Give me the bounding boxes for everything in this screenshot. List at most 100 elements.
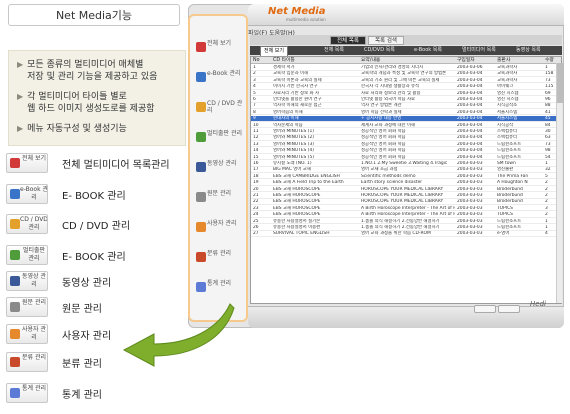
table-row[interactable]: 1 경제학 서가 기업의 인사/관리와 경영의 시너지 2003-03-06 교육과학사…: [251, 65, 561, 71]
table-row[interactable]: 24 EBS 교재 HOROSCOPE A Birth Horoscope Inte…: [251, 212, 561, 218]
sidebar-item[interactable]: 분류 관리: [196, 248, 246, 274]
table-cell: 교육의 기초 원리 및 그에 따른 교육의 실제: [361, 77, 440, 83]
scroll-thumb[interactable]: [557, 63, 563, 103]
table-row[interactable]: 12 영어와 MINUTES (2) 성공적인 영어 회화 학습 2003-03-04…: [251, 135, 561, 141]
table-row[interactable]: 6 인터넷을 활용한 원어 연구 인터넷 활용 외국어 학습 자료 2003-03-0…: [251, 97, 561, 103]
tab-all-list[interactable]: 전체 목록: [330, 36, 366, 45]
table-row[interactable]: 23 EBS 교재 HOROSCOPE A Birth Horoscope Inte…: [251, 205, 561, 212]
sidebar-item[interactable]: 원문 관리: [196, 188, 246, 214]
table-row[interactable]: 7 역사학 이해의 새로운 접근 역사 연구 방법론 개관 2003-03-04 지식공…: [251, 103, 561, 109]
module-button[interactable]: e-Book 관리: [6, 184, 48, 204]
sidebar-item-label: 원문 관리: [207, 190, 231, 197]
table-cell: 2003-03-03: [457, 180, 483, 186]
module-button[interactable]: CD / DVD 관리: [6, 214, 48, 234]
table-cell: 4: [253, 84, 256, 90]
table-cell: 5: [253, 90, 256, 96]
arrow-icon: ▶: [17, 92, 24, 101]
table-cell: HOROSCOPE YOUR MEDICAL LIBRARY: [361, 186, 444, 192]
subtab-all-list[interactable]: 전체 목록: [324, 46, 344, 55]
table-row[interactable]: 20 EBS 교재 HOROSCOPE HOROSCOPE YOUR MEDICAL…: [251, 186, 561, 193]
feature-item: ▶ 각 멀티미디어 타이틀 별로 웹 하드 이미지 생성도로를 제공함: [17, 92, 155, 114]
sidebar-item-label: e-Book 관리: [207, 70, 241, 77]
table-row[interactable]: 11 영어와 MINUTES (1) 성공적인 영어 회화 학습 2003-03-04…: [251, 129, 561, 135]
table-row[interactable]: 18 EBS 교재 CAMBRIDGE ENGLISH Scientific met…: [251, 174, 561, 180]
table-header: No CD 타이틀 요약/내용 구입일자 출판사 수량: [251, 57, 561, 64]
table-cell: 이미지 기반 한국사 연구: [273, 84, 318, 90]
table-row[interactable]: 27 SURVIVAL TOPIC ENGLISH 영어 교육 과정을 위한 학습 …: [251, 231, 561, 237]
table-row[interactable]: 17 BIG MAC 영어 교재 영어 교재 초급 과정 2003-03-03 영진출판…: [251, 167, 561, 173]
sidebar-icon: [196, 72, 206, 82]
table-cell: A Birth Horoscope Interpreter - The Art …: [361, 205, 455, 211]
table-row[interactable]: 16 뮤지컬 노래 (NO. 1) 1.NO.1 2.My Sweetie 3.Wa…: [251, 161, 561, 167]
table-cell: 2003-03-04: [457, 129, 483, 134]
table-row[interactable]: 4 이미지 기반 한국사 연구 한국사 각 시대별 생활상과 유적 2003-03-0…: [251, 84, 561, 90]
module-button[interactable]: 전체 보기: [6, 153, 48, 173]
module-button-label: e-Book 관리: [20, 186, 48, 201]
table-cell: 영어와 MINUTES (4): [273, 148, 314, 154]
table-row[interactable]: 2 교육학 입문과 이해 교육학의 개념과 특성 및 교육학 연구의 방법론 2003…: [251, 71, 561, 77]
table-cell: 드림펀소프트: [497, 218, 522, 224]
table-row[interactable]: 25 유용한 사용설명서 실기본 1.총몰 의식 해결하기 2.전통양반 해결하기 2…: [251, 218, 561, 225]
module-button[interactable]: 원문 관리: [6, 297, 48, 317]
table-cell: 2003-03-03: [457, 218, 483, 224]
column-header[interactable]: CD 타이틀: [273, 57, 295, 64]
table-cell: A Birth Horoscope Interpreter - The Art …: [361, 212, 455, 218]
table-cell: 기업의 인사/관리와 경영의 시너지: [361, 65, 424, 70]
sidebar-item[interactable]: 전체 보기: [196, 38, 246, 64]
table-row[interactable]: 15 영어와 MINUTES (5) 성공적인 영어 회화 학습 2003-03-04…: [251, 154, 561, 161]
next-button[interactable]: [498, 305, 520, 313]
table-cell: 10: [253, 122, 259, 128]
table-cell: 9: [253, 116, 256, 122]
subtab-video[interactable]: 동영상 목록: [516, 46, 541, 55]
table-cell: 지식공작소: [497, 103, 518, 109]
table-row[interactable]: 19 EBS 교재 A Field Trip to the Earth Earth …: [251, 180, 561, 186]
column-header[interactable]: 수량: [545, 57, 554, 64]
media-table: No CD 타이틀 요약/내용 구입일자 출판사 수량 1 경제학 서가 기업의 인…: [250, 56, 562, 304]
table-cell: 영어학습의 이해: [273, 109, 303, 115]
module-button[interactable]: 동영상 관리: [6, 271, 48, 291]
sidebar-item[interactable]: 동영상 관리: [196, 158, 246, 184]
table-row[interactable]: 14 영어와 MINUTES (4) 성공적인 영어 회화 학습 2003-03-04…: [251, 148, 561, 154]
tab-list-search[interactable]: 목록 검색: [368, 36, 404, 45]
sidebar-item[interactable]: e-Book 관리: [196, 68, 246, 94]
subtab-multimedia[interactable]: 멀티미디어 목록: [462, 46, 496, 55]
feature-item: ▶ 메뉴 자동구성 및 생성기능: [17, 124, 127, 134]
table-row[interactable]: 10 역사문제의 학습 세계사 교육 과정에 대한 이해 2003-03-04 지식공작…: [251, 122, 561, 129]
subtab-cd-dvd[interactable]: CD/DVD 목록: [364, 46, 395, 55]
table-cell: 2003-03-04: [457, 90, 483, 96]
table-scrollbar[interactable]: [556, 63, 563, 303]
column-header[interactable]: 출판사: [497, 57, 510, 64]
column-header[interactable]: 요약/내용: [361, 57, 380, 64]
table-row[interactable]: 3 교육학 이론과 교육의 실제 교육의 기초 원리 및 그에 따른 교육의 실제 2…: [251, 77, 561, 84]
table-cell: HOROSCOPE YOUR MEDICAL LIBRARY: [361, 193, 444, 198]
module-button[interactable]: 통계 관리: [6, 383, 48, 403]
module-button-label: CD / DVD 관리: [20, 216, 48, 231]
table-row[interactable]: 5 자료처리 기반 정보 화 사 자료 처리와 정보의 관리 및 활용 2003-03…: [251, 90, 561, 97]
sidebar-icon: [196, 162, 206, 172]
subtab-ebook[interactable]: e-Book 목록: [414, 46, 442, 55]
module-button[interactable]: 분류 관리: [6, 352, 48, 372]
table-row[interactable]: 21 EBS 교재 HOROSCOPE HOROSCOPE YOUR MEDICAL…: [251, 193, 561, 199]
module-icon: [10, 219, 20, 229]
column-header[interactable]: 구입일자: [457, 57, 475, 64]
column-header[interactable]: No: [253, 57, 260, 64]
table-cell: TOPICS: [497, 212, 513, 218]
table-row[interactable]: 9 현대사의 이해 + 공지사항 내용 반영 2003-03-04 서울시스템 45: [251, 116, 561, 122]
module-button[interactable]: 사용자 관리: [6, 324, 48, 344]
table-row[interactable]: 13 영어와 MINUTES (3) 성공적인 영어 회화 학습 2003-03-04…: [251, 142, 561, 148]
sidebar-item-label: 통계 관리: [207, 280, 231, 287]
table-row[interactable]: 26 유용한 사용설명서 이용편 1.총몰 의식 해결하기 2.전통양반 해결하기 2…: [251, 225, 561, 231]
table-cell: e-영어: [497, 231, 510, 237]
prev-button[interactable]: [474, 305, 496, 313]
module-button[interactable]: 멀티출판 관리: [6, 245, 48, 265]
sidebar-item[interactable]: 멀티출판 관리: [196, 128, 246, 154]
sidebar-item[interactable]: CD / DVD 관리: [196, 98, 246, 124]
table-row[interactable]: 22 EBS 교재 HOROSCOPE HOROSCOPE YOUR MEDICAL…: [251, 199, 561, 205]
table-row[interactable]: 8 영어학습의 이해 영어 학습 전략과 실제 2003-03-04 서울시스템 41: [251, 109, 561, 116]
table-cell: 26: [253, 225, 259, 230]
sidebar-icon: [196, 192, 206, 202]
table-cell: 드림펀소프트: [497, 148, 522, 154]
module-icon: [10, 189, 20, 199]
sidebar-item[interactable]: 사용자 관리: [196, 218, 246, 244]
table-cell: 영어와 MINUTES (5): [273, 154, 314, 160]
